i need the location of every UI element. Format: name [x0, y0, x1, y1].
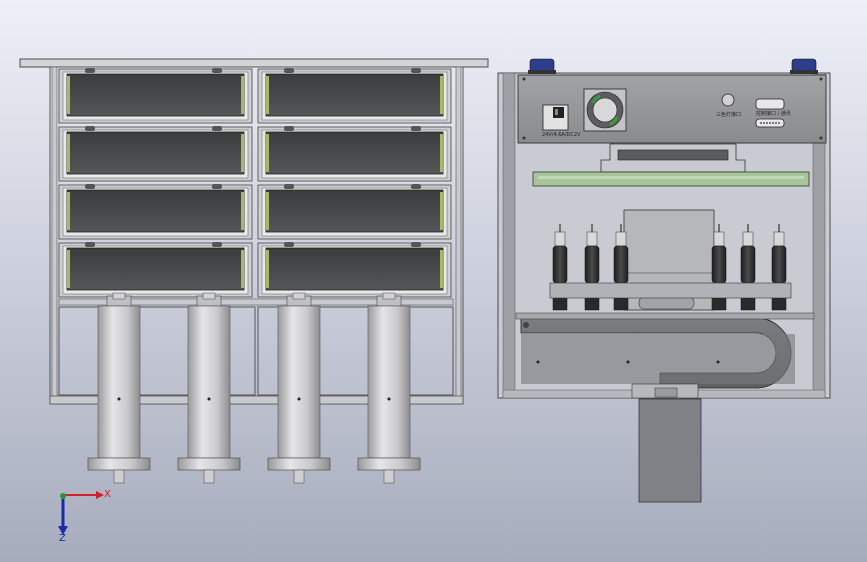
nozzle-tip — [742, 231, 754, 247]
top-plate — [19, 58, 489, 68]
cad-viewport[interactable]: 24V/4.6A/DC2V 三色灯接口 控制接口 / 通讯 X Z — [0, 0, 867, 562]
cylinder-body — [367, 305, 411, 459]
cooling-fan — [583, 88, 627, 132]
power-label: 24V/4.6A/DC2V — [542, 132, 581, 138]
nozzle-tip — [554, 231, 566, 247]
tray-drawer — [66, 131, 245, 175]
port-label: 控制接口 / 通讯 — [756, 110, 791, 117]
tray-grid — [58, 68, 452, 298]
nozzle-body — [613, 245, 629, 284]
cylinder-body — [97, 305, 141, 459]
nozzle-body — [552, 245, 568, 284]
cylinder-base — [357, 457, 421, 471]
cylinder-base — [267, 457, 331, 471]
tray-drawer — [66, 189, 245, 233]
tray-drawer — [265, 247, 444, 291]
tray-drawer — [66, 73, 245, 117]
z-axis-label: Z — [59, 533, 66, 544]
nozzle-tip — [615, 231, 627, 247]
tray-drawer — [265, 189, 444, 233]
nozzle-body — [740, 245, 756, 284]
right-assembly-view[interactable]: 24V/4.6A/DC2V 三色灯接口 控制接口 / 通讯 — [497, 58, 831, 503]
cylinder-base — [87, 457, 151, 471]
nozzle-rail — [549, 282, 792, 299]
tray-drawer — [66, 247, 245, 291]
indicator-label: 三色灯接口 — [716, 111, 741, 118]
cylinder-body — [277, 305, 321, 459]
nozzle-tip — [773, 231, 785, 247]
cylinder-base — [177, 457, 241, 471]
suction-housing — [638, 398, 702, 503]
cylinder-body — [187, 305, 231, 459]
tray-drawer — [265, 131, 444, 175]
nozzle-body — [771, 245, 787, 284]
nozzle-tip — [713, 231, 725, 247]
cylinder-group — [87, 292, 421, 484]
nozzle-body — [711, 245, 727, 284]
axis-triad: X Z — [58, 489, 111, 544]
indicator-light — [721, 93, 735, 107]
left-assembly-view[interactable] — [19, 58, 489, 484]
tray-drawer — [265, 73, 444, 117]
nozzle-tip — [586, 231, 598, 247]
nozzle-body — [584, 245, 600, 284]
x-axis-label: X — [104, 489, 111, 500]
power-switch[interactable] — [542, 104, 569, 131]
